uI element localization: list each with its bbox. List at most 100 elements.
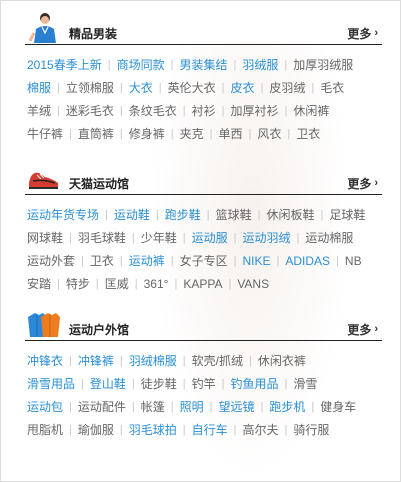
category-row: 羊绒 | 迷彩毛衣 | 条纹毛衣 | 衬衫 | 加厚衬衫 | 休闲裤 <box>27 99 400 122</box>
category-link[interactable]: 软壳/抓绒 <box>192 352 243 369</box>
category-link[interactable]: 运动包 <box>27 398 63 415</box>
category-link[interactable]: 休闲裤 <box>293 102 329 119</box>
category-link[interactable]: 牛仔裤 <box>27 125 63 142</box>
category-link[interactable]: 登山鞋 <box>90 375 126 392</box>
separator: | <box>260 400 264 413</box>
separator: | <box>69 400 72 413</box>
category-link[interactable]: 毛衣 <box>320 79 344 96</box>
more-link[interactable]: 更多 › <box>347 175 378 192</box>
category-link[interactable]: 运动棉服 <box>305 229 353 246</box>
category-link[interactable]: 甩脂机 <box>27 421 63 438</box>
category-link[interactable]: 钓竿 <box>192 375 216 392</box>
section-header: 天猫运动馆 更多 › <box>1 161 400 195</box>
category-link[interactable]: 大衣 <box>129 79 153 96</box>
category-link[interactable]: 帐篷 <box>141 398 165 415</box>
category-link[interactable]: 男装集结 <box>179 56 227 73</box>
separator: | <box>131 231 135 244</box>
category-link[interactable]: 滑雪用品 <box>27 375 75 392</box>
separator: | <box>119 254 123 267</box>
category-link[interactable]: 跑步机 <box>269 398 305 415</box>
category-link[interactable]: 羽毛球鞋 <box>78 229 126 246</box>
category-link[interactable]: 匡威 <box>105 275 129 292</box>
category-link[interactable]: 休闲衣裤 <box>258 352 306 369</box>
category-link[interactable]: 少年鞋 <box>141 229 177 246</box>
category-link[interactable]: 立领棉服 <box>66 79 114 96</box>
category-link[interactable]: 加厚衬衫 <box>231 102 279 119</box>
category-link[interactable]: 运动年货专场 <box>27 206 99 223</box>
separator: | <box>95 277 99 290</box>
category-link[interactable]: 特步 <box>66 275 90 292</box>
category-link[interactable]: 棉服 <box>27 79 51 96</box>
more-link[interactable]: 更多 › <box>347 25 378 42</box>
category-link[interactable]: 女子专区 <box>180 252 228 269</box>
separator: | <box>276 254 280 267</box>
category-link[interactable]: 衬衫 <box>192 102 216 119</box>
separator: | <box>170 127 174 140</box>
category-link[interactable]: 自行车 <box>192 421 228 438</box>
category-link[interactable]: 骑行服 <box>293 421 329 438</box>
more-link[interactable]: 更多 › <box>347 321 378 338</box>
category-link[interactable]: 冲锋衣 <box>27 352 63 369</box>
jackets-icon <box>28 313 60 337</box>
category-link[interactable]: 篮球鞋 <box>216 206 252 223</box>
category-link[interactable]: 羊绒 <box>27 102 51 119</box>
category-link[interactable]: 冲锋裤 <box>78 352 114 369</box>
category-row: 滑雪用品 | 登山鞋 | 徒步鞋 | 钓竿 | 钓鱼用品 | 滑雪 <box>27 372 400 395</box>
category-link[interactable]: 高尔夫 <box>243 421 279 438</box>
category-link[interactable]: 运动裤 <box>129 252 165 269</box>
category-link[interactable]: 条纹毛衣 <box>129 102 177 119</box>
category-link[interactable]: 滑雪 <box>293 375 317 392</box>
category-link[interactable]: 徒步鞋 <box>141 375 177 392</box>
category-link[interactable]: ADIDAS <box>285 254 330 268</box>
category-link[interactable]: 安踏 <box>27 275 51 292</box>
separator: | <box>221 104 225 117</box>
category-link[interactable]: 网球鞋 <box>27 229 63 246</box>
category-link[interactable]: 运动羽绒 <box>243 229 291 246</box>
separator: | <box>105 208 108 221</box>
category-link[interactable]: 直筒裤 <box>78 125 114 142</box>
category-link[interactable]: 商场同款 <box>117 56 165 73</box>
category-link[interactable]: 迷彩毛衣 <box>66 102 114 119</box>
separator: | <box>311 81 315 94</box>
category-link[interactable]: 钓鱼用品 <box>231 375 279 392</box>
category-row: 甩脂机 | 瑜伽服 | 羽毛球拍 | 自行车 | 高尔夫 | 骑行服 <box>27 418 400 441</box>
category-link[interactable]: 休闲板鞋 <box>267 206 315 223</box>
category-link[interactable]: 瑜伽服 <box>78 421 114 438</box>
separator: | <box>119 354 123 367</box>
category-link[interactable]: 卫衣 <box>296 125 320 142</box>
category-link[interactable]: 卫衣 <box>90 252 114 269</box>
category-link[interactable]: 羽绒服 <box>242 56 278 73</box>
category-link[interactable]: 足球鞋 <box>329 206 365 223</box>
category-link[interactable]: NIKE <box>243 254 271 268</box>
chevron-right-icon: › <box>374 177 378 189</box>
category-link[interactable]: 跑步鞋 <box>165 206 201 223</box>
category-link[interactable]: 照明 <box>180 398 204 415</box>
separator: | <box>287 127 291 140</box>
category-link[interactable]: 修身裤 <box>129 125 165 142</box>
more-label: 更多 <box>347 27 372 41</box>
category-link[interactable]: 加厚羽绒服 <box>293 56 353 73</box>
category-link[interactable]: NB <box>345 254 362 268</box>
category-link[interactable]: KAPPA <box>183 277 222 291</box>
category-link[interactable]: 健身车 <box>320 398 356 415</box>
category-link[interactable]: 运动鞋 <box>114 206 150 223</box>
category-link[interactable]: VANS <box>237 277 269 291</box>
category-link[interactable]: 望远镜 <box>219 398 255 415</box>
category-link[interactable]: 361° <box>144 277 169 291</box>
category-link[interactable]: 运动服 <box>192 229 228 246</box>
category-link[interactable]: 羽毛球拍 <box>129 421 177 438</box>
category-link[interactable]: 风衣 <box>257 125 281 142</box>
category-link[interactable]: 皮羽绒 <box>269 79 305 96</box>
category-link[interactable]: 皮衣 <box>231 79 255 96</box>
category-link[interactable]: 羽绒棉服 <box>129 352 177 369</box>
separator: | <box>233 58 237 71</box>
separator: | <box>119 423 123 436</box>
category-row: 网球鞋 | 羽毛球鞋 | 少年鞋 | 运动服 | 运动羽绒 | 运动棉服 <box>27 226 400 249</box>
category-link[interactable]: 运动配件 <box>78 398 126 415</box>
category-link[interactable]: 单西 <box>219 125 243 142</box>
category-link[interactable]: 运动外套 <box>27 252 75 269</box>
category-link[interactable]: 夹克 <box>180 125 204 142</box>
category-link[interactable]: 英伦大衣 <box>168 79 216 96</box>
category-link[interactable]: 2015春季上新 <box>27 56 102 73</box>
separator: | <box>284 377 288 390</box>
